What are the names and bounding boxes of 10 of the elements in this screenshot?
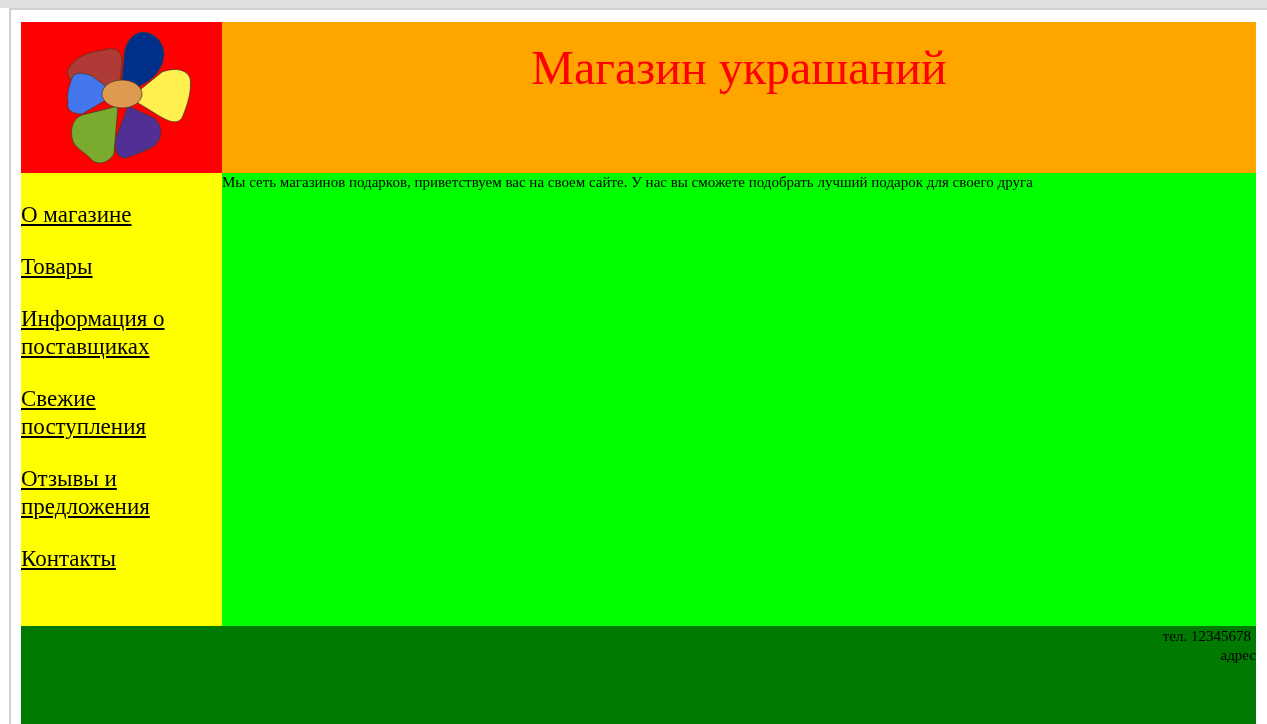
nav-link[interactable]: Контакты — [21, 545, 116, 573]
intro-text: Мы сеть магазинов подарков, приветствуем вас на своем сайте. У нас вы сможете подобрать лучший подарок для своего друга — [222, 173, 1034, 192]
nav-link[interactable]: Товары — [21, 253, 93, 281]
phone-text: тел. 12345678 — [1162, 627, 1252, 646]
address-text: адрес — [1220, 646, 1256, 665]
nav-link[interactable]: Отзывы и предложения — [21, 465, 202, 521]
nav-link[interactable]: Свежие поступления — [21, 385, 202, 441]
nav-link[interactable]: О магазине — [21, 201, 132, 229]
nav-link[interactable]: Информация о поставщиках — [21, 305, 202, 361]
site-title: Магазин украшаний — [531, 42, 947, 96]
